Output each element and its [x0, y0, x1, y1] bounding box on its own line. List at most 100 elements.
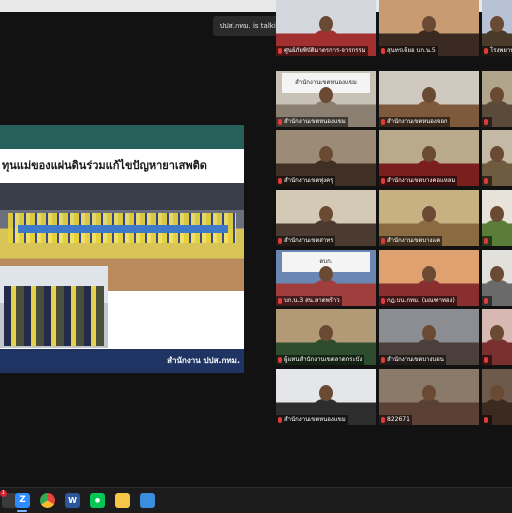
participant-name-text: สำนักงานเขตบางบอน	[387, 356, 444, 363]
participant-tile[interactable]: สำนักงานเขตหนองแขม สำนักงานเขตหนองแขม	[276, 71, 376, 127]
person-head	[422, 206, 436, 222]
person-head	[319, 206, 333, 222]
person-head	[490, 325, 504, 341]
participant-tile[interactable]: 822671	[379, 369, 479, 425]
participant-name: ศูนย์ภัยพิบัติมาตรการ-จารกรรม	[276, 46, 368, 56]
participant-name: สำนักงานเขตสาทร	[276, 236, 336, 246]
participant-name: สำนักงานเขตบางบอน	[379, 355, 446, 365]
participant-tile[interactable]	[482, 250, 512, 306]
muted-mic-icon	[381, 237, 385, 244]
participant-tile[interactable]: กฎ.บน.กทม. (มณฑาทอง)	[379, 250, 479, 306]
muted-mic-icon	[278, 47, 282, 54]
participant-name	[482, 296, 492, 306]
participant-name: สำนักงานเขตทุ่งครุ	[276, 176, 336, 186]
muted-mic-icon	[278, 177, 282, 184]
participant-tile[interactable]	[482, 190, 512, 246]
participant-tile[interactable]	[482, 130, 512, 186]
participant-tile[interactable]	[482, 71, 512, 127]
muted-mic-icon	[484, 237, 488, 244]
participant-name-text: สำนักงานเขตทุ่งครุ	[284, 177, 334, 184]
participant-tile[interactable]: สำนักงานเขตบางแค	[379, 190, 479, 246]
muted-mic-icon	[278, 356, 282, 363]
participant-tile[interactable]	[482, 309, 512, 365]
person-head	[319, 16, 333, 32]
muted-mic-icon	[381, 177, 385, 184]
participant-name: สำนักงานเขตหนองจอก	[379, 117, 450, 127]
participant-tile[interactable]: โรงพยาบาล	[482, 0, 512, 56]
slide-header-bar	[0, 125, 244, 149]
person-body	[416, 399, 442, 417]
slide-footer-text: สำนักงาน ปปส.กทม.	[167, 356, 240, 365]
zoom-icon[interactable]: Z	[15, 493, 30, 508]
participant-tile[interactable]: ผู้แทนสำนักงานเขตลาดกระบัง	[276, 309, 376, 365]
participant-name-text: ผู้แทนสำนักงานเขตลาดกระบัง	[284, 356, 363, 363]
muted-mic-icon	[381, 416, 385, 423]
person-head	[422, 87, 436, 103]
participant-name: กฎ.บน.กทม. (มณฑาทอง)	[379, 296, 457, 306]
participant-tile[interactable]: สำนักงานเขตบางบอน	[379, 309, 479, 365]
shared-screen: ทุนแม่ของแผ่นดินร่วมแก้ไขปัญหายาเสพติด ส…	[0, 125, 244, 373]
word-icon[interactable]: W	[65, 493, 80, 508]
participant-name-text: สำนักงานเขตหนองจอก	[387, 118, 448, 125]
participant-name: บก.น.3 สน.ลาดพร้าว	[276, 296, 342, 306]
muted-mic-icon	[278, 237, 282, 244]
officials-image	[4, 286, 104, 346]
participant-name	[482, 176, 492, 186]
participant-name	[482, 236, 492, 246]
participant-name: สำนักงานเขตหนองแขม	[276, 117, 348, 127]
participant-tile[interactable]: สุนทรเจ้ยอ บก.น.5	[379, 0, 479, 56]
person-head	[490, 16, 504, 32]
muted-mic-icon	[484, 356, 488, 363]
banner-image	[18, 225, 228, 233]
muted-mic-icon	[381, 47, 385, 54]
participant-tile[interactable]: สำนักงานเขตหนองจอก	[379, 71, 479, 127]
snipping-tool-icon[interactable]	[140, 493, 155, 508]
muted-mic-icon	[484, 297, 488, 304]
participant-tile[interactable]: ศูนย์ภัยพิบัติมาตรการ-จารกรรม	[276, 0, 376, 56]
person-head	[422, 266, 436, 282]
participant-name: โรงพยาบาล	[482, 46, 512, 56]
person-head	[319, 87, 333, 103]
muted-mic-icon	[381, 118, 385, 125]
person-head	[490, 87, 504, 103]
person-head	[490, 146, 504, 162]
file-explorer-icon[interactable]	[115, 493, 130, 508]
participant-tile[interactable]: ตบก. บก.น.3 สน.ลาดพร้าว	[276, 250, 376, 306]
participant-tile[interactable]: สำนักงานเขตสาทร	[276, 190, 376, 246]
person-head	[422, 16, 436, 32]
participant-tile[interactable]: สำนักงานเขตบางคอแหลม	[379, 130, 479, 186]
muted-mic-icon	[278, 416, 282, 423]
muted-mic-icon	[484, 177, 488, 184]
participant-name-text: สุนทรเจ้ยอ บก.น.5	[387, 47, 436, 54]
participant-tile[interactable]: สำนักงานเขตทุ่งครุ	[276, 130, 376, 186]
participant-name: สำนักงานเขตบางแค	[379, 236, 443, 246]
participant-name	[482, 415, 492, 425]
muted-mic-icon	[484, 416, 488, 423]
muted-mic-icon	[381, 356, 385, 363]
person-head	[490, 206, 504, 222]
participant-name-text: สำนักงานเขตบางคอแหลม	[387, 177, 456, 184]
person-head	[319, 385, 333, 401]
participant-name-text: บก.น.3 สน.ลาดพร้าว	[284, 297, 340, 304]
participant-name: สุนทรเจ้ยอ บก.น.5	[379, 46, 438, 56]
participant-name: ผู้แทนสำนักงานเขตลาดกระบัง	[276, 355, 365, 365]
person-head	[490, 266, 504, 282]
participant-name-text: กฎ.บน.กทม. (มณฑาทอง)	[387, 297, 455, 304]
participant-name: 822671	[379, 415, 412, 425]
chrome-icon[interactable]	[40, 493, 55, 508]
muted-mic-icon	[381, 297, 385, 304]
person-head	[319, 266, 333, 282]
person-head	[422, 146, 436, 162]
participant-name-text: สำนักงานเขตหนองแขม	[284, 416, 346, 423]
taskbar: 1 Z W ●	[0, 487, 512, 513]
participant-name-text: สำนักงานเขตหนองแขม	[284, 118, 346, 125]
participant-name-text: โรงพยาบาล	[490, 47, 512, 54]
participant-name: สำนักงานเขตบางคอแหลม	[379, 176, 458, 186]
line-icon[interactable]: ●	[90, 493, 105, 508]
participant-name-text: ศูนย์ภัยพิบัติมาตรการ-จารกรรม	[284, 47, 366, 54]
person-head	[319, 146, 333, 162]
notification-badge: 1	[0, 490, 7, 497]
person-head	[490, 385, 504, 401]
participant-tile[interactable]	[482, 369, 512, 425]
participant-tile[interactable]: สำนักงานเขตหนองแขม	[276, 369, 376, 425]
